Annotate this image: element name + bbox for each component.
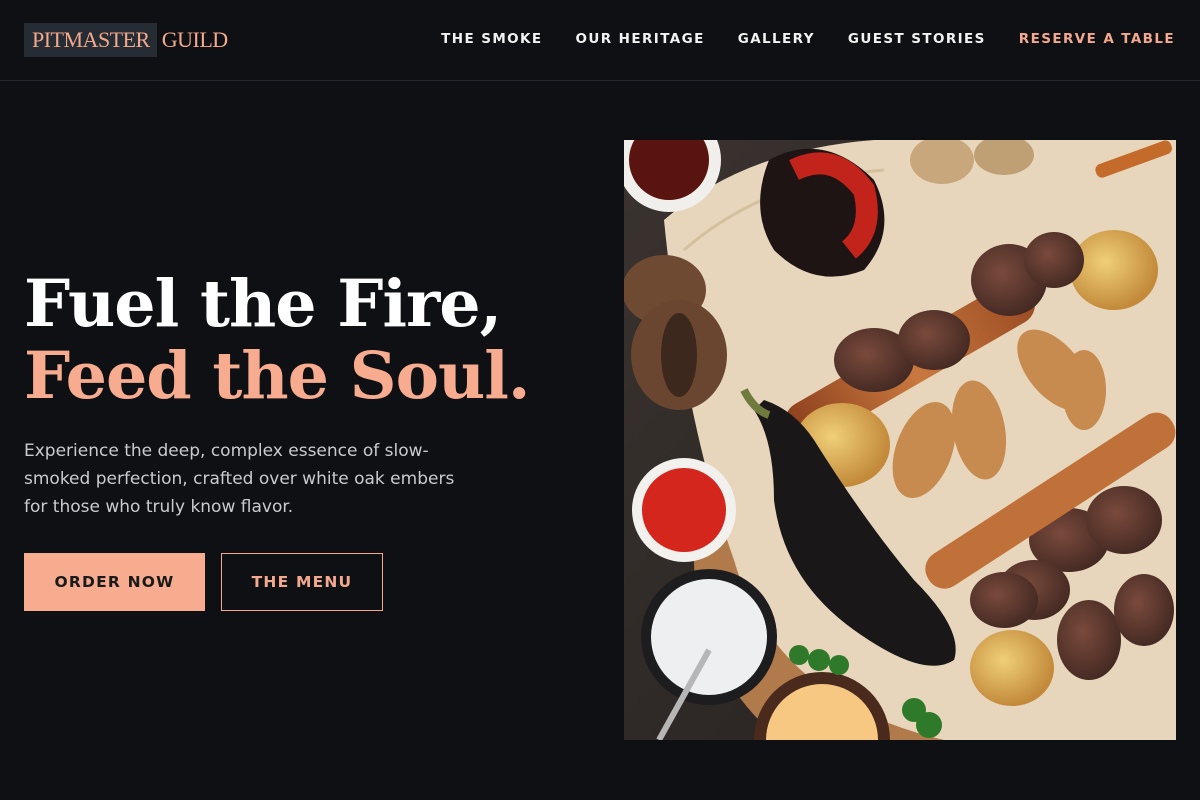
hero-title-line2: Feed the Soul. <box>24 338 531 414</box>
brand-logo-part1: PITMASTER <box>24 23 157 57</box>
nav-reserve-link[interactable]: RESERVE A TABLE <box>1019 28 1175 50</box>
site-header: PITMASTER GUILD THE SMOKE OUR HERITAGE G… <box>0 0 1200 81</box>
order-now-button[interactable]: ORDER NOW <box>24 553 205 611</box>
brand-logo[interactable]: PITMASTER GUILD <box>24 23 228 57</box>
nav-item-guest-stories[interactable]: GUEST STORIES <box>848 28 986 50</box>
hero-food-image <box>624 140 1176 740</box>
nav-item-the-smoke[interactable]: THE SMOKE <box>441 28 542 50</box>
menu-button[interactable]: THE MENU <box>221 553 383 611</box>
hero-title: Fuel the Fire, Feed the Soul. <box>24 266 531 414</box>
hero-title-line1: Fuel the Fire, <box>24 266 502 342</box>
main-nav: THE SMOKE OUR HERITAGE GALLERY GUEST STO… <box>441 28 1175 50</box>
brand-logo-part2: GUILD <box>161 27 228 52</box>
nav-item-our-heritage[interactable]: OUR HERITAGE <box>576 28 705 50</box>
grilled-meat-platter-illustration <box>624 140 1176 740</box>
nav-item-gallery[interactable]: GALLERY <box>738 28 815 50</box>
hero-subtitle: Experience the deep, complex essence of … <box>24 441 455 517</box>
